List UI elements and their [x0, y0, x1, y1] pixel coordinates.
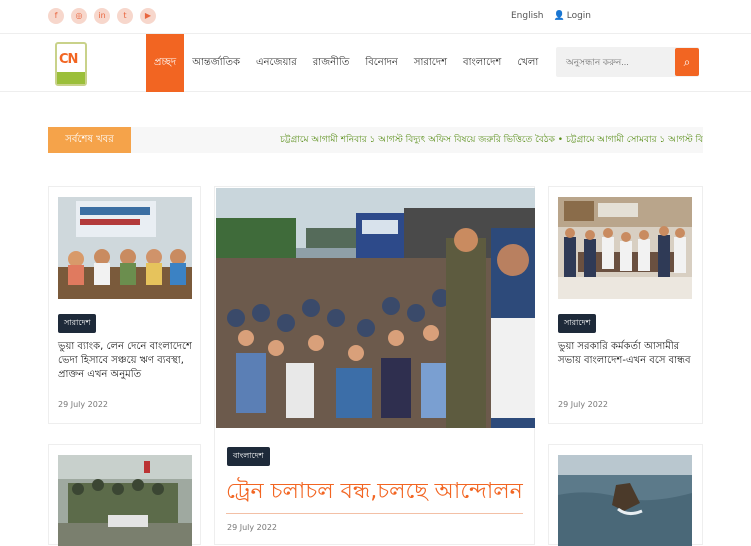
news-ticker: সর্বশেষ খবর চট্টগ্রামে আগামী শনিবার ১ আগ… — [48, 127, 703, 153]
news-image[interactable] — [558, 455, 692, 546]
language-link[interactable]: English — [511, 11, 544, 21]
news-card-left-bottom[interactable] — [48, 444, 201, 546]
site-logo[interactable]: CN — [55, 42, 87, 86]
news-image[interactable] — [58, 197, 192, 299]
user-icon: 👤 — [553, 11, 565, 21]
linkedin-icon[interactable]: in — [94, 8, 110, 24]
site-header: CN প্রচ্ছদ আন্তর্জাতিক এনজেয়ার রাজনীতি … — [0, 34, 751, 92]
news-image[interactable] — [58, 455, 192, 546]
news-title[interactable]: ভুয়া ব্যাংক, লেন দেনে বাংলাদেশে ভেদা হি… — [58, 340, 194, 382]
nav-item-international[interactable]: আন্তর্জাতিক — [184, 34, 248, 92]
top-bar: f ◎ in t ▶ English 👤 Login — [0, 0, 751, 34]
search-input[interactable] — [556, 47, 674, 77]
nav-item-3[interactable]: এনজেয়ার — [248, 34, 305, 92]
category-badge[interactable]: বাংলাদেশ — [227, 447, 270, 466]
main-nav: প্রচ্ছদ আন্তর্জাতিক এনজেয়ার রাজনীতি বিন… — [146, 34, 546, 92]
search-box: ⌕ — [556, 47, 699, 77]
facebook-icon[interactable]: f — [48, 8, 64, 24]
news-card-right-bottom[interactable] — [548, 444, 703, 546]
youtube-icon[interactable]: ▶ — [140, 8, 156, 24]
news-date: 29 July 2022 — [558, 400, 609, 409]
nav-item-country[interactable]: সারাদেশ — [406, 34, 455, 92]
login-label: Login — [566, 11, 591, 21]
news-date: 29 July 2022 — [58, 400, 109, 409]
news-title[interactable]: ভুয়া সরকারি কর্মকর্তা আসামীর সভায় বাংল… — [558, 340, 696, 368]
nav-item-home[interactable]: প্রচ্ছদ — [146, 34, 185, 92]
ticker-label: সর্বশেষ খবর — [48, 127, 131, 153]
nav-item-bangladesh[interactable]: বাংলাদেশ — [455, 34, 509, 92]
social-links: f ◎ in t ▶ — [48, 8, 156, 24]
news-card-left-top[interactable]: সারাদেশ ভুয়া ব্যাংক, লেন দেনে বাংলাদেশে… — [48, 186, 201, 424]
logo-bar — [57, 72, 85, 84]
nav-item-entertainment[interactable]: বিনোদন — [357, 34, 406, 92]
search-icon: ⌕ — [683, 55, 691, 69]
news-image[interactable] — [558, 197, 692, 299]
twitter-icon[interactable]: t — [117, 8, 133, 24]
top-links: English 👤 Login — [511, 11, 591, 21]
featured-news-title[interactable]: ট্রেন চলাচল বন্ধ,চলছে আন্দোলন — [226, 474, 523, 514]
instagram-icon[interactable]: ◎ — [71, 8, 87, 24]
search-button[interactable]: ⌕ — [675, 48, 699, 76]
logo-text: CN — [59, 52, 78, 67]
nav-item-sports[interactable]: খেলা — [509, 34, 546, 92]
category-badge[interactable]: সারাদেশ — [558, 314, 597, 333]
news-date: 29 July 2022 — [227, 523, 278, 532]
news-card-right-top[interactable]: সারাদেশ ভুয়া সরকারি কর্মকর্তা আসামীর সভ… — [548, 186, 703, 424]
category-badge[interactable]: সারাদেশ — [58, 314, 97, 333]
nav-item-politics[interactable]: রাজনীতি — [305, 34, 358, 92]
featured-news-image[interactable] — [216, 188, 535, 428]
login-link[interactable]: 👤 Login — [554, 11, 592, 21]
ticker-text[interactable]: চট্টগ্রামে আগামী শনিবার ১ আগস্ট বিদ্যুৎ … — [280, 127, 703, 153]
